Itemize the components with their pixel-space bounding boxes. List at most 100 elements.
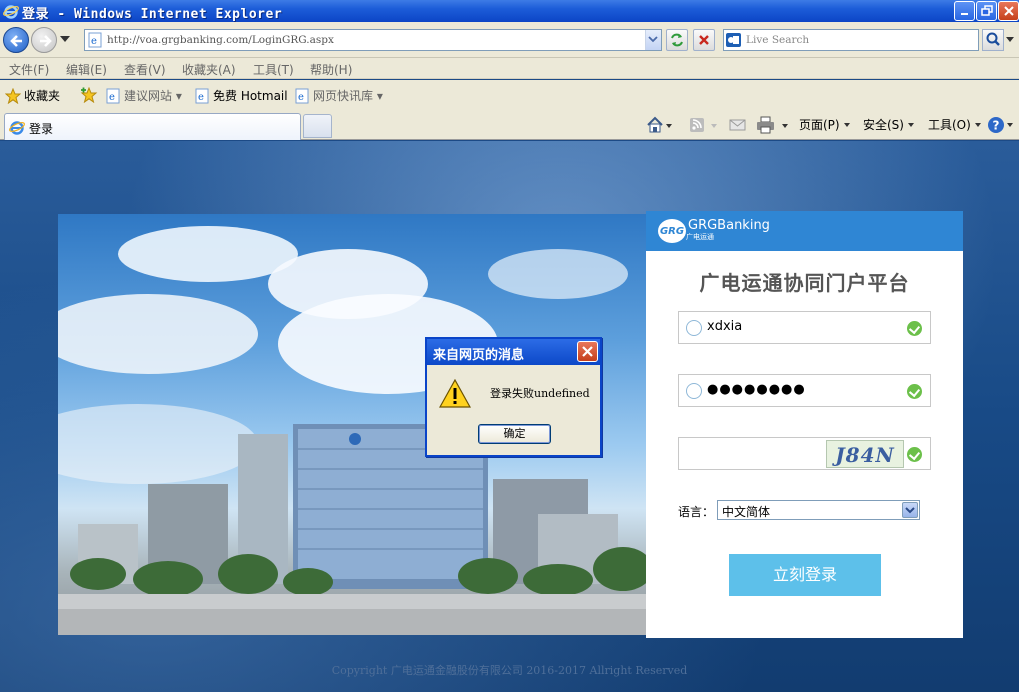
help-button[interactable]: ? (987, 116, 1015, 134)
grg-banking-logo: GRG GRGBanking 广电运通 (658, 219, 770, 243)
password-value: ●●●●●●●● (707, 382, 806, 397)
tab-label: 登录 (29, 122, 54, 136)
favorites-bar: 收藏夹 e 建议网站 ▾ e 免费 Hotmail e 网页快讯库 ▾ (0, 80, 1019, 110)
dialog-title: 来自网页的消息 (433, 348, 525, 363)
tab-login[interactable]: 登录 (4, 113, 301, 140)
grg-logo-icon: GRG (658, 219, 686, 243)
search-input[interactable]: Live Search (723, 29, 979, 51)
menu-help[interactable]: 帮助(H) (310, 61, 352, 78)
ie-page-icon: e (295, 88, 309, 103)
forward-arrow-icon (40, 35, 52, 47)
close-icon (1004, 6, 1014, 16)
rss-feed-icon (690, 118, 717, 132)
tools-menu-button[interactable]: 工具(O) (928, 116, 985, 133)
back-arrow-icon (10, 35, 22, 47)
live-search-icon (726, 33, 741, 47)
dialog-message: 登录失败undefined (490, 387, 590, 400)
search-icon (986, 32, 1000, 46)
language-select[interactable]: 中文简体 (717, 500, 920, 520)
ie-logo-icon (3, 5, 19, 19)
close-window-button[interactable] (998, 1, 1019, 21)
login-panel: GRG GRGBanking 广电运通 广电运通协同门户平台 xdxia ●●●… (646, 211, 963, 638)
login-button[interactable]: 立刻登录 (729, 554, 881, 596)
captcha-field[interactable]: J84N (678, 437, 931, 470)
recent-pages-dropdown-icon[interactable] (60, 36, 70, 42)
home-button[interactable] (646, 116, 672, 134)
tools-menu-label: 工具(O) (928, 118, 971, 132)
search-button[interactable] (982, 29, 1004, 51)
hotmail-label: 免费 Hotmail (213, 89, 288, 103)
add-favorite-icon (80, 87, 98, 103)
print-button[interactable] (756, 116, 792, 134)
maximize-button[interactable] (976, 1, 997, 21)
address-input[interactable]: e http://voa.grgbanking.com/LoginGRG.asp… (84, 29, 662, 51)
page-menu-label: 页面(P) (799, 118, 840, 132)
brand-subname: 广电运通 (686, 233, 714, 241)
web-slice-gallery-label: 网页快讯库 ▾ (313, 89, 383, 103)
safety-menu-label: 安全(S) (863, 118, 904, 132)
alert-dialog: 来自网页的消息 登录失败undefined 确定 (425, 337, 602, 457)
ie-page-icon: e (195, 88, 209, 103)
chevron-down-icon (648, 36, 658, 43)
password-field[interactable]: ●●●●●●●● (678, 374, 931, 407)
captcha-image[interactable]: J84N (826, 440, 904, 468)
username-field[interactable]: xdxia (678, 311, 931, 344)
web-slice-gallery-link[interactable]: e 网页快讯库 ▾ (294, 87, 383, 104)
svg-text:e: e (91, 36, 97, 47)
user-icon (686, 320, 702, 336)
help-icon: ? (988, 117, 1013, 133)
lock-icon (686, 383, 702, 399)
add-to-favorites-button[interactable] (80, 87, 98, 103)
ok-button[interactable]: 确定 (478, 424, 551, 444)
menu-view[interactable]: 查看(V) (124, 61, 166, 78)
dialog-close-button[interactable] (577, 341, 598, 362)
refresh-button[interactable] (666, 29, 688, 51)
svg-text:e: e (198, 92, 204, 103)
menu-favorites[interactable]: 收藏夹(A) (182, 61, 236, 78)
read-mail-button[interactable] (729, 116, 747, 134)
forward-button[interactable] (31, 27, 57, 53)
favorites-button[interactable]: 收藏夹 (5, 87, 60, 104)
restore-icon (981, 5, 993, 16)
back-button[interactable] (3, 27, 29, 53)
chevron-down-icon (905, 507, 915, 514)
brand-name: GRGBanking (688, 218, 770, 233)
svg-text:e: e (298, 92, 304, 103)
menu-file[interactable]: 文件(F) (9, 61, 49, 78)
tab-bar: 登录 页面(P) 安全(S) 工具(O) ? (0, 110, 1019, 140)
chevron-down-icon (974, 122, 981, 127)
check-valid-icon (907, 384, 922, 399)
menu-edit[interactable]: 编辑(E) (66, 61, 107, 78)
new-tab-button[interactable] (303, 114, 332, 138)
username-value: xdxia (707, 319, 743, 334)
search-options-dropdown-icon[interactable] (1006, 37, 1014, 42)
login-panel-header: GRG GRGBanking 广电运通 (646, 211, 963, 251)
ie-tab-icon (9, 121, 25, 135)
stop-icon (699, 35, 709, 45)
dialog-title-bar: 来自网页的消息 (427, 339, 600, 365)
language-dropdown-button[interactable] (902, 502, 918, 518)
minimize-button[interactable] (954, 1, 975, 21)
favorites-label: 收藏夹 (24, 89, 61, 103)
menu-bar: 文件(F) 编辑(E) 查看(V) 收藏夹(A) 工具(T) 帮助(H) (0, 58, 1019, 79)
copyright-text: Copyright 广电运通金融股份有限公司 2016-2017 Allrigh… (331, 664, 688, 677)
page-icon: e (88, 32, 102, 48)
mail-icon (729, 119, 746, 131)
hotmail-link[interactable]: e 免费 Hotmail (194, 87, 288, 104)
safety-menu-button[interactable]: 安全(S) (863, 116, 918, 133)
page-menu-button[interactable]: 页面(P) (799, 116, 854, 133)
search-placeholder: Live Search (746, 34, 810, 46)
feeds-button[interactable] (689, 116, 719, 134)
address-toolbar: e http://voa.grgbanking.com/LoginGRG.asp… (0, 22, 1019, 58)
suggested-sites-link[interactable]: e 建议网站 ▾ (105, 87, 182, 104)
window-title: 登录 - Windows Internet Explorer (22, 7, 283, 22)
platform-title: 广电运通协同门户平台 (699, 271, 910, 295)
language-label: 语言： (678, 505, 715, 519)
menu-tools[interactable]: 工具(T) (253, 61, 294, 78)
address-url: http://voa.grgbanking.com/LoginGRG.aspx (107, 34, 334, 46)
star-icon (5, 87, 21, 104)
chevron-down-icon (843, 122, 850, 127)
address-dropdown-button[interactable] (645, 30, 661, 50)
chevron-down-icon (907, 122, 914, 127)
stop-button[interactable] (693, 29, 715, 51)
